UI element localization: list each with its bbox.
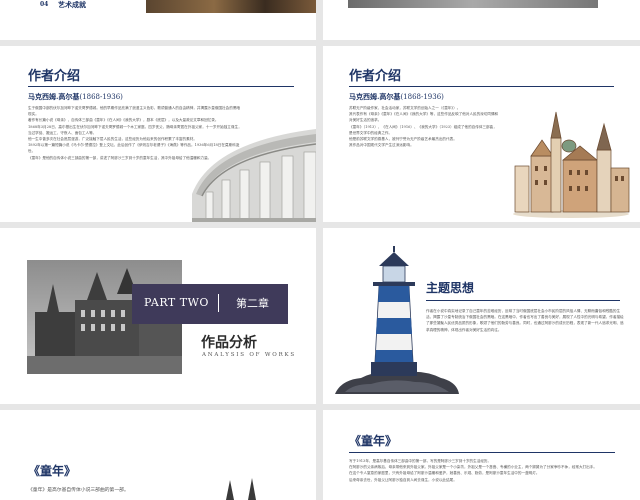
childhood-synopsis: 写于1913年，是高尔基自传体三部曲中的第一部，写的是阿廖沙三岁到十岁的生活经历…	[349, 459, 597, 482]
banner-divider	[218, 294, 219, 312]
slide-author-intro-right[interactable]: 作者介绍 马克西姆.高尔基(1868-1936) 苏联无产阶级作家、社会活动家，…	[323, 46, 640, 222]
title-underline	[28, 86, 294, 87]
author-name: 马克西姆.高尔基(1868-1936)	[349, 92, 444, 101]
slide-author-intro-left[interactable]: 作者介绍 马克西姆.高尔基(1868-1936) 生于俄国中部的伏尔加河畔下诺夫…	[0, 46, 316, 222]
section-number: 04	[40, 1, 49, 8]
slide-title: 作者介绍	[28, 69, 81, 84]
title-underline	[349, 452, 615, 453]
author-bio: 苏联无产阶级作家、社会活动家，苏联文学的创始人之一（《童年》）。 其代表作有《母…	[349, 106, 499, 148]
slide-theme[interactable]: 主题思想 作者在小说中真实地记录了自己童年的苦难经历，反映了当时俄国底层社会小市…	[323, 228, 640, 404]
part-label: PART TWO	[144, 296, 209, 309]
slide-part-two[interactable]: PART TWO 第二章 作品分析 ANALYSIS OF WORKS	[0, 228, 316, 404]
title-underline	[426, 300, 620, 301]
slide-childhood-right[interactable]: 《童年》 写于1913年，是高尔基自传体三部曲中的第一部，写的是阿廖沙三岁到十岁…	[323, 410, 640, 500]
childhood-intro: 《童年》是高尔基自传体小说三部曲的第一部。	[28, 488, 129, 493]
photo-strip	[348, 0, 598, 8]
theme-text: 作者在小说中真实地记录了自己童年的苦难经历，反映了当时俄国底层社会小市民阶层的风…	[426, 309, 624, 332]
chapter-label: 第二章	[236, 297, 269, 310]
slide-childhood-left[interactable]: 《童年》 《童年》是高尔基自传体小说三部曲的第一部。	[0, 410, 316, 500]
slide-title: 《童年》	[28, 464, 77, 478]
section-label: 艺术成就	[58, 0, 86, 9]
spires-image	[226, 478, 256, 500]
slide-title: 作者介绍	[349, 69, 402, 84]
theme-title: 主题思想	[426, 281, 475, 295]
church-sketch-image	[513, 111, 630, 218]
section-subtitle: ANALYSIS OF WORKS	[202, 352, 296, 358]
title-underline	[349, 86, 614, 87]
slide-title: 《童年》	[349, 434, 398, 448]
slide-top-right[interactable]	[323, 0, 640, 40]
city-photo	[146, 0, 316, 13]
colonnade-dome-image	[192, 129, 316, 222]
section-title: 作品分析	[201, 335, 257, 351]
author-name: 马克西姆.高尔基(1868-1936)	[28, 92, 123, 101]
slide-art-achievements[interactable]: 04 艺术成就	[0, 0, 316, 40]
